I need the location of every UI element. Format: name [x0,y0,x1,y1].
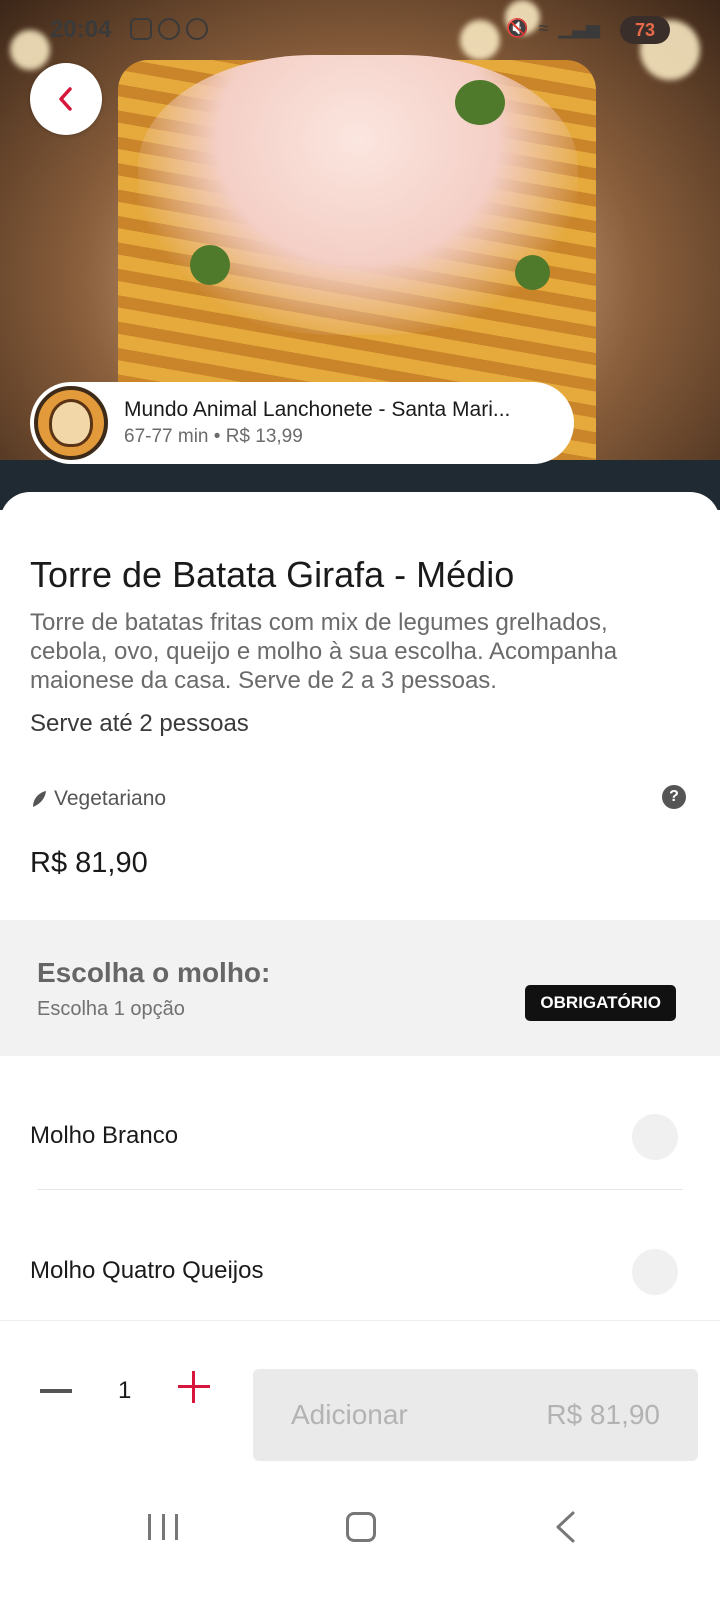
leaf-icon [33,791,46,807]
whatsapp-icon [158,18,180,40]
home-icon[interactable] [346,1512,376,1542]
back-button[interactable] [30,63,102,135]
product-price: R$ 81,90 [30,847,148,879]
recents-icon[interactable] [148,1514,178,1540]
product-serves: Serve até 2 pessoas [30,710,249,737]
option-radio[interactable] [632,1249,678,1295]
store-info-pill[interactable]: Mundo Animal Lanchonete - Santa Mari... … [30,382,574,464]
plus-icon[interactable] [178,1371,210,1403]
soccer-icon [186,18,208,40]
option-label: Molho Quatro Queijos [30,1257,264,1284]
required-badge: OBRIGATÓRIO [525,985,676,1021]
store-name: Mundo Animal Lanchonete - Santa Mari... [124,398,511,421]
system-nav-bar [0,1480,720,1600]
product-description: Torre de batatas fritas com mix de legum… [30,609,618,694]
option-radio[interactable] [632,1114,678,1160]
notification-icons [130,18,208,40]
chevron-left-icon [59,87,72,111]
status-bar: 20:04 🔇 ≈ ▁▃▅ 73 [0,0,720,60]
add-button-label: Adicionar [291,1399,408,1430]
broccoli [190,245,230,285]
option-label: Molho Branco [30,1122,179,1149]
add-button-price: R$ 81,90 [546,1399,660,1430]
broccoli [515,255,550,290]
wifi-icon: ≈ [538,18,549,38]
battery-icon: 73 [620,16,670,44]
sauce-section-header: Escolha o molho: Escolha 1 opção OBRIGAT… [0,920,720,1056]
mute-icon: 🔇 [506,18,529,38]
store-delivery-info: 67-77 min • R$ 13,99 [124,426,303,447]
store-logo [34,386,108,460]
option-row-molho-quatro-queijos[interactable]: Molho Quatro Queijos [0,1227,720,1317]
status-time: 20:04 [50,16,112,43]
system-icons: 🔇 ≈ ▁▃▅ [506,18,600,39]
vegetarian-label: Vegetariano [54,787,167,810]
nav-back-icon[interactable] [553,1510,577,1544]
lion-face-icon [49,399,93,447]
add-to-cart-bar: 1 Adicionar R$ 81,90 [0,1320,720,1480]
signal-icon: ▁▃▅ [558,18,600,38]
option-row-molho-branco[interactable]: Molho Branco [0,1092,720,1182]
quantity-value: 1 [118,1377,132,1404]
section-subtitle: Escolha 1 opção [37,998,185,1020]
broccoli [455,80,505,125]
sauce-topping [138,55,578,335]
screenshot-icon [130,18,152,40]
minus-icon[interactable] [40,1389,72,1393]
section-title: Escolha o molho: [37,957,271,988]
divider [37,1189,683,1190]
vegetarian-tag: Vegetariano [30,787,166,811]
product-title: Torre de Batata Girafa - Médio [30,554,515,595]
add-button[interactable]: Adicionar R$ 81,90 [253,1369,698,1461]
question-icon[interactable]: ? [662,785,686,809]
